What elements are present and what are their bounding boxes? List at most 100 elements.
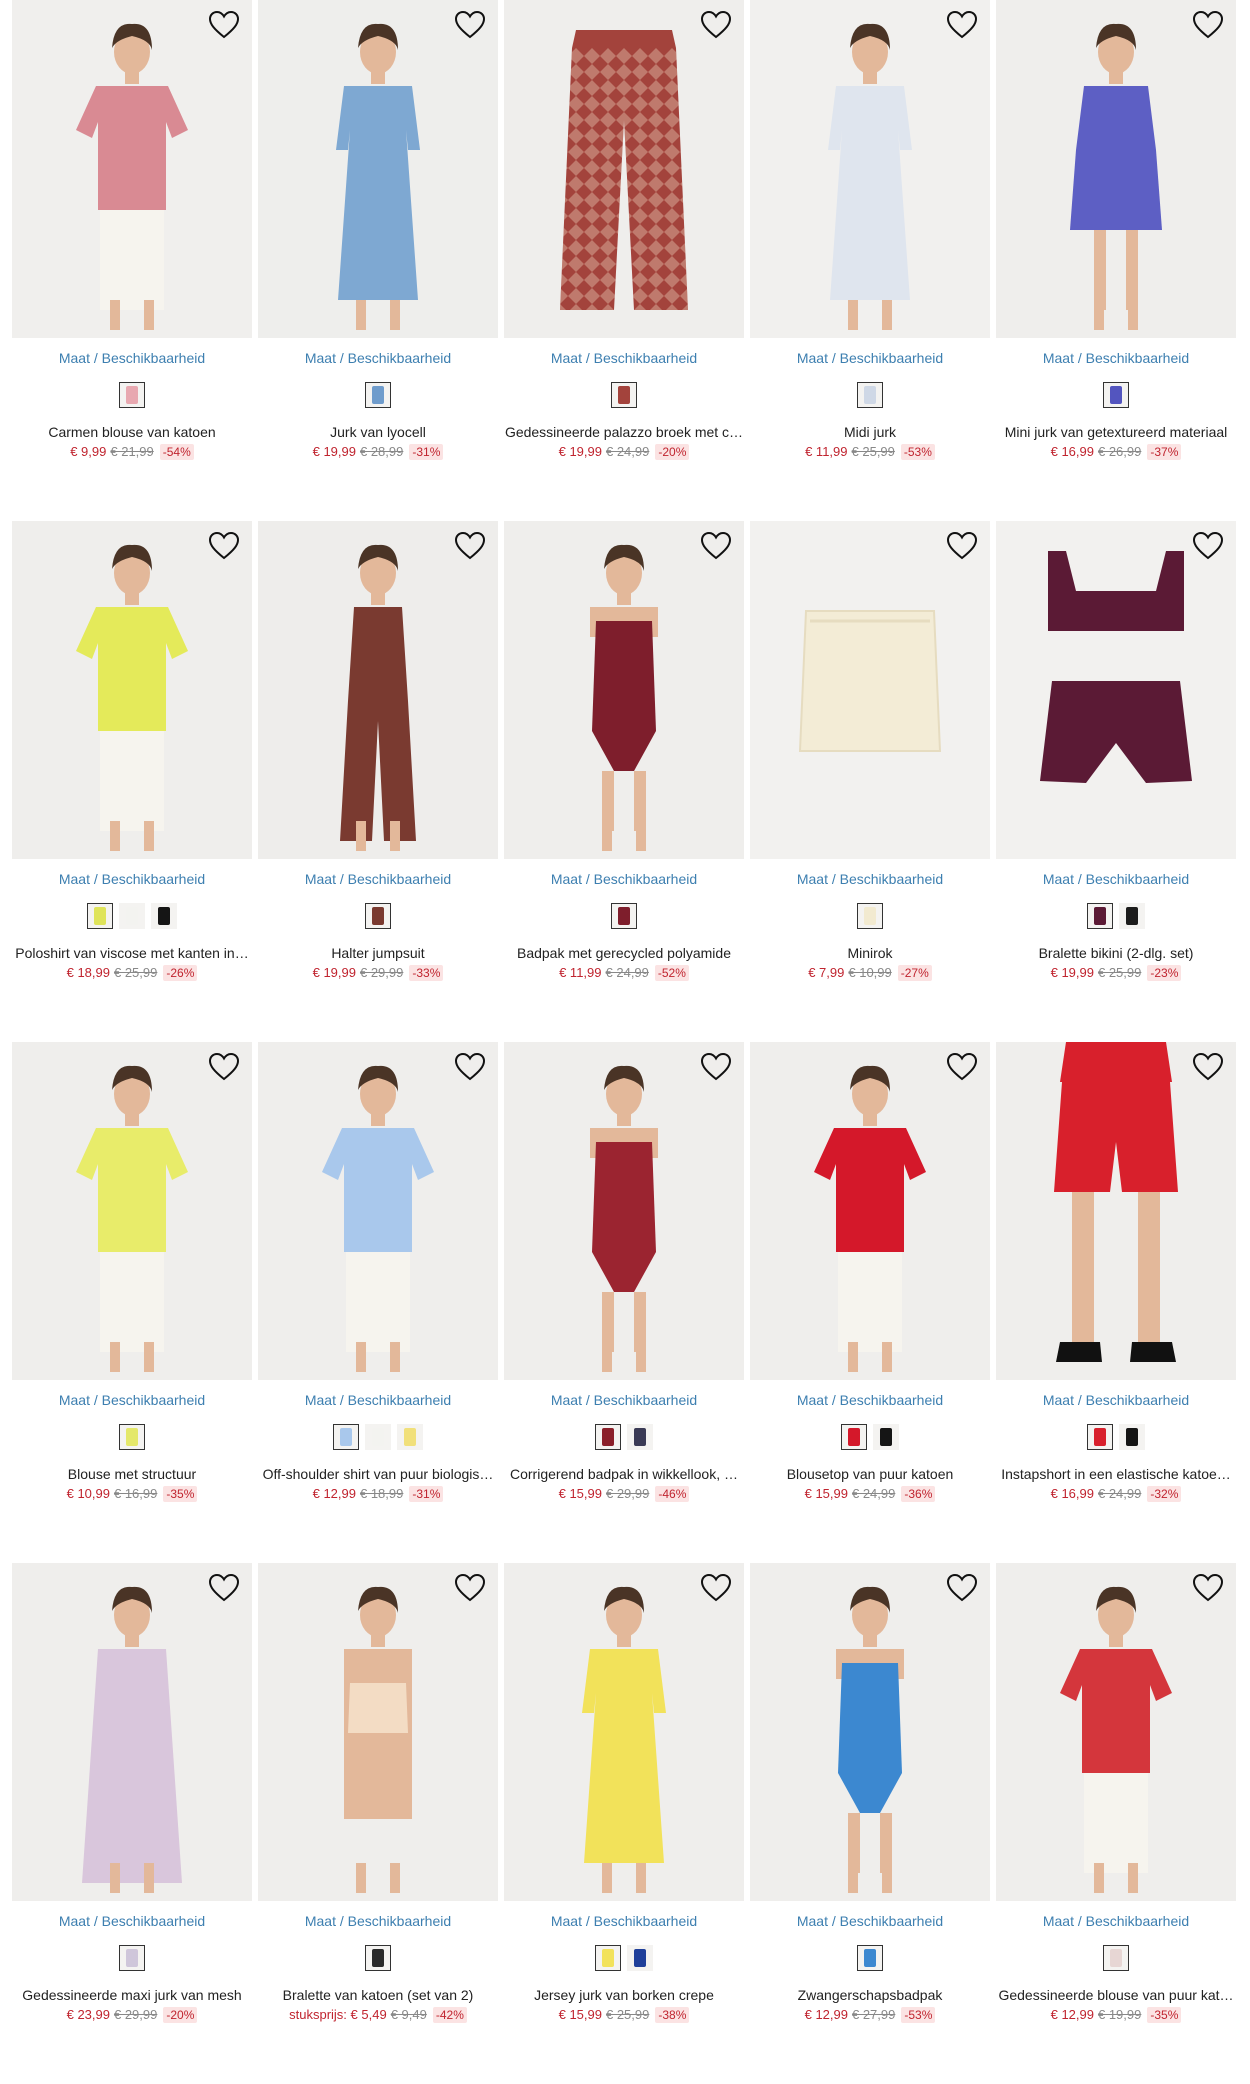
product-image[interactable] <box>258 0 498 338</box>
heart-icon[interactable] <box>1192 1573 1224 1603</box>
product-name[interactable]: Instapshort in een elastische katoe… <box>996 1466 1236 1482</box>
heart-icon[interactable] <box>700 10 732 40</box>
size-availability-link[interactable]: Maat / Beschikbaarheid <box>258 350 498 366</box>
color-swatch[interactable] <box>1087 903 1113 929</box>
color-swatch[interactable] <box>151 903 177 929</box>
product-image[interactable] <box>504 521 744 859</box>
heart-icon[interactable] <box>454 1573 486 1603</box>
product-image[interactable] <box>750 1042 990 1380</box>
product-image[interactable] <box>12 521 252 859</box>
color-swatch[interactable] <box>365 1945 391 1971</box>
product-card-4[interactable]: Maat / Beschikbaarheid Midi jurk € 11,99… <box>750 0 990 521</box>
color-swatch[interactable] <box>365 1424 391 1450</box>
product-image[interactable] <box>504 1042 744 1380</box>
heart-icon[interactable] <box>946 531 978 561</box>
size-availability-link[interactable]: Maat / Beschikbaarheid <box>258 1392 498 1408</box>
size-availability-link[interactable]: Maat / Beschikbaarheid <box>258 1913 498 1929</box>
product-image[interactable] <box>504 0 744 338</box>
size-availability-link[interactable]: Maat / Beschikbaarheid <box>504 1392 744 1408</box>
color-swatch[interactable] <box>1103 1945 1129 1971</box>
heart-icon[interactable] <box>208 10 240 40</box>
size-availability-link[interactable]: Maat / Beschikbaarheid <box>750 1913 990 1929</box>
product-name[interactable]: Carmen blouse van katoen <box>12 424 252 440</box>
color-swatch[interactable] <box>1087 1424 1113 1450</box>
heart-icon[interactable] <box>946 1052 978 1082</box>
heart-icon[interactable] <box>700 1052 732 1082</box>
color-swatch[interactable] <box>611 903 637 929</box>
product-image[interactable] <box>258 1042 498 1380</box>
product-image[interactable] <box>258 521 498 859</box>
size-availability-link[interactable]: Maat / Beschikbaarheid <box>12 350 252 366</box>
color-swatch[interactable] <box>627 1424 653 1450</box>
size-availability-link[interactable]: Maat / Beschikbaarheid <box>750 350 990 366</box>
product-name[interactable]: Zwangerschapsbadpak <box>750 1987 990 2003</box>
heart-icon[interactable] <box>454 10 486 40</box>
size-availability-link[interactable]: Maat / Beschikbaarheid <box>996 350 1236 366</box>
product-image[interactable] <box>750 1563 990 1901</box>
product-card-7[interactable]: Maat / Beschikbaarheid Halter jumpsuit €… <box>258 521 498 1042</box>
color-swatch[interactable] <box>87 903 113 929</box>
color-swatch[interactable] <box>397 1424 423 1450</box>
heart-icon[interactable] <box>208 1573 240 1603</box>
color-swatch[interactable] <box>595 1945 621 1971</box>
product-card-18[interactable]: Maat / Beschikbaarheid Jersey jurk van b… <box>504 1563 744 2084</box>
product-name[interactable]: Mini jurk van getextureerd materiaal <box>996 424 1236 440</box>
heart-icon[interactable] <box>946 10 978 40</box>
color-swatch[interactable] <box>119 1424 145 1450</box>
size-availability-link[interactable]: Maat / Beschikbaarheid <box>750 871 990 887</box>
product-card-17[interactable]: Maat / Beschikbaarheid Bralette van kato… <box>258 1563 498 2084</box>
product-card-2[interactable]: Maat / Beschikbaarheid Jurk van lyocell … <box>258 0 498 521</box>
product-image[interactable] <box>996 1563 1236 1901</box>
product-name[interactable]: Gedessineerde blouse van puur kat… <box>996 1987 1236 2003</box>
product-card-15[interactable]: Maat / Beschikbaarheid Instapshort in ee… <box>996 1042 1236 1563</box>
heart-icon[interactable] <box>1192 531 1224 561</box>
product-image[interactable] <box>504 1563 744 1901</box>
product-card-9[interactable]: Maat / Beschikbaarheid Minirok € 7,99 € 1… <box>750 521 990 1042</box>
size-availability-link[interactable]: Maat / Beschikbaarheid <box>504 1913 744 1929</box>
product-name[interactable]: Jurk van lyocell <box>258 424 498 440</box>
product-image[interactable] <box>996 521 1236 859</box>
color-swatch[interactable] <box>119 382 145 408</box>
color-swatch[interactable] <box>595 1424 621 1450</box>
product-card-8[interactable]: Maat / Beschikbaarheid Badpak met gerecy… <box>504 521 744 1042</box>
product-name[interactable]: Halter jumpsuit <box>258 945 498 961</box>
product-image[interactable] <box>996 1042 1236 1380</box>
color-swatch[interactable] <box>627 1945 653 1971</box>
heart-icon[interactable] <box>1192 1052 1224 1082</box>
color-swatch[interactable] <box>365 903 391 929</box>
product-name[interactable]: Corrigerend badpak in wikkellook, … <box>504 1466 744 1482</box>
product-card-3[interactable]: Maat / Beschikbaarheid Gedessineerde pal… <box>504 0 744 521</box>
product-card-19[interactable]: Maat / Beschikbaarheid Zwangerschapsbadp… <box>750 1563 990 2084</box>
heart-icon[interactable] <box>700 531 732 561</box>
product-card-11[interactable]: Maat / Beschikbaarheid Blouse met struct… <box>12 1042 252 1563</box>
color-swatch[interactable] <box>873 1424 899 1450</box>
product-name[interactable]: Gedessineerde palazzo broek met c… <box>504 424 744 440</box>
product-image[interactable] <box>12 1042 252 1380</box>
product-name[interactable]: Jersey jurk van borken crepe <box>504 1987 744 2003</box>
product-name[interactable]: Poloshirt van viscose met kanten in… <box>12 945 252 961</box>
heart-icon[interactable] <box>208 531 240 561</box>
heart-icon[interactable] <box>454 1052 486 1082</box>
product-name[interactable]: Bralette van katoen (set van 2) <box>258 1987 498 2003</box>
product-card-16[interactable]: Maat / Beschikbaarheid Gedessineerde max… <box>12 1563 252 2084</box>
product-image[interactable] <box>750 0 990 338</box>
product-name[interactable]: Off-shoulder shirt van puur biologis… <box>258 1466 498 1482</box>
product-name[interactable]: Blousetop van puur katoen <box>750 1466 990 1482</box>
size-availability-link[interactable]: Maat / Beschikbaarheid <box>996 871 1236 887</box>
product-image[interactable] <box>12 0 252 338</box>
size-availability-link[interactable]: Maat / Beschikbaarheid <box>504 350 744 366</box>
heart-icon[interactable] <box>700 1573 732 1603</box>
color-swatch[interactable] <box>857 903 883 929</box>
color-swatch[interactable] <box>841 1424 867 1450</box>
size-availability-link[interactable]: Maat / Beschikbaarheid <box>504 871 744 887</box>
product-name[interactable]: Minirok <box>750 945 990 961</box>
color-swatch[interactable] <box>857 382 883 408</box>
color-swatch[interactable] <box>119 1945 145 1971</box>
product-card-5[interactable]: Maat / Beschikbaarheid Mini jurk van get… <box>996 0 1236 521</box>
heart-icon[interactable] <box>946 1573 978 1603</box>
color-swatch[interactable] <box>365 382 391 408</box>
size-availability-link[interactable]: Maat / Beschikbaarheid <box>750 1392 990 1408</box>
product-card-13[interactable]: Maat / Beschikbaarheid Corrigerend badpa… <box>504 1042 744 1563</box>
product-card-1[interactable]: Maat / Beschikbaarheid Carmen blouse van… <box>12 0 252 521</box>
color-swatch[interactable] <box>1119 903 1145 929</box>
